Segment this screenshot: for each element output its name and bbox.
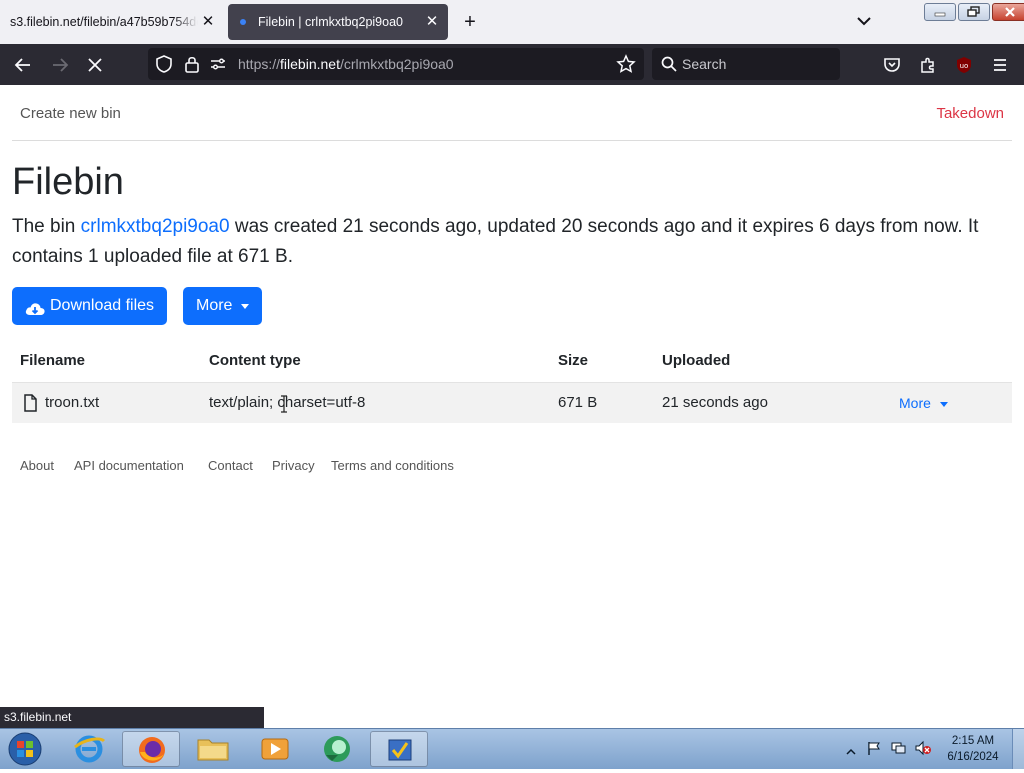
page-content: Create new bin Takedown Filebin The bin … xyxy=(0,85,1024,728)
more-label: More xyxy=(196,297,233,314)
filename-link[interactable]: troon.txt xyxy=(45,394,99,411)
download-files-button[interactable]: Download files xyxy=(12,287,167,325)
app-green-icon[interactable] xyxy=(308,731,366,767)
firefox-icon[interactable] xyxy=(122,731,180,767)
caret-down-icon xyxy=(940,402,948,407)
column-header-filename: Filename xyxy=(20,352,86,369)
footer-api-documentation-link[interactable]: API documentation xyxy=(74,458,184,473)
flag-icon[interactable] xyxy=(866,740,882,761)
ublock-icon[interactable]: uo xyxy=(953,54,975,76)
column-header-size: Size xyxy=(558,352,589,369)
bin-id-link[interactable]: crlmkxtbq2pi9oa0 xyxy=(81,216,230,237)
row-more-dropdown[interactable]: More xyxy=(899,395,948,411)
clock[interactable]: 2:15 AM 6/16/2024 xyxy=(940,733,1006,765)
row-more-label: More xyxy=(899,395,931,411)
download-files-label: Download files xyxy=(50,297,155,314)
divider xyxy=(12,140,1012,141)
column-header-uploaded: Uploaded xyxy=(662,352,731,369)
url-path: /crlmkxtbq2pi9oa0 xyxy=(339,56,454,72)
start-button-icon[interactable] xyxy=(6,731,44,767)
more-dropdown-button[interactable]: More xyxy=(183,287,262,325)
search-bar[interactable]: Search xyxy=(652,48,840,80)
pocket-icon[interactable] xyxy=(881,54,903,76)
page-title: Filebin xyxy=(12,161,124,203)
search-icon xyxy=(660,55,678,78)
lock-icon[interactable] xyxy=(182,54,202,79)
network-icon[interactable] xyxy=(890,740,906,761)
stop-icon[interactable] xyxy=(84,54,106,76)
tab-title: Filebin | crlmkxtbq2pi9oa0 xyxy=(258,15,403,29)
favicon-icon xyxy=(240,19,246,25)
table-row: troon.txt text/plain; charset=utf-8 671 … xyxy=(12,382,1012,423)
show-hidden-icons-icon[interactable] xyxy=(846,744,856,762)
url-scheme: https:// xyxy=(238,56,281,72)
back-icon[interactable] xyxy=(12,54,34,76)
window-close-icon[interactable] xyxy=(992,3,1024,21)
tab-strip: s3.filebin.net/filebin/a47b59b754de ✕ Fi… xyxy=(0,0,1024,44)
file-icon xyxy=(22,394,38,417)
tab-title: s3.filebin.net/filebin/a47b59b754de xyxy=(10,15,198,29)
url-bar[interactable]: https://filebin.net/crlmkxtbq2pi9oa0 xyxy=(148,48,644,80)
taskbar: 2:15 AM 6/16/2024 xyxy=(0,728,1024,769)
create-new-bin-link[interactable]: Create new bin xyxy=(20,105,121,122)
extensions-icon[interactable] xyxy=(917,54,939,76)
footer-terms-link[interactable]: Terms and conditions xyxy=(331,458,454,473)
show-desktop-button[interactable] xyxy=(1012,729,1024,769)
file-explorer-icon[interactable] xyxy=(184,731,242,767)
shield-icon[interactable] xyxy=(154,54,174,79)
svg-text:uo: uo xyxy=(960,62,969,70)
window-controls xyxy=(924,3,1024,21)
search-input[interactable]: Search xyxy=(682,56,726,72)
minimize-icon[interactable] xyxy=(924,3,956,21)
footer-contact-link[interactable]: Contact xyxy=(208,458,253,473)
forward-icon[interactable] xyxy=(49,54,71,76)
bookmark-star-icon[interactable] xyxy=(616,54,636,79)
tab-s3-filebin[interactable]: s3.filebin.net/filebin/a47b59b754de ✕ xyxy=(0,4,220,40)
navigation-toolbar: https://filebin.net/crlmkxtbq2pi9oa0 Sea… xyxy=(0,44,1024,85)
menu-icon[interactable] xyxy=(989,54,1011,76)
restore-icon[interactable] xyxy=(958,3,990,21)
app-task-icon[interactable] xyxy=(370,731,428,767)
tab-filebin-active[interactable]: Filebin | crlmkxtbq2pi9oa0 ✕ xyxy=(228,4,448,40)
bin-info: The bin crlmkxtbq2pi9oa0 was created 21 … xyxy=(12,212,1002,272)
status-url: s3.filebin.net xyxy=(4,710,72,724)
uploaded-cell: 21 seconds ago xyxy=(662,394,768,411)
url-text[interactable]: https://filebin.net/crlmkxtbq2pi9oa0 xyxy=(238,56,454,72)
close-icon[interactable]: ✕ xyxy=(198,12,218,32)
new-tab-icon[interactable]: + xyxy=(458,10,482,34)
media-player-icon[interactable] xyxy=(246,731,304,767)
column-header-content-type: Content type xyxy=(209,352,301,369)
text-cursor-icon xyxy=(279,395,289,418)
size-cell: 671 B xyxy=(558,394,598,411)
close-icon[interactable]: ✕ xyxy=(422,12,442,32)
internet-explorer-icon[interactable] xyxy=(60,731,118,767)
clock-date: 6/16/2024 xyxy=(947,751,999,763)
caret-down-icon xyxy=(241,304,249,309)
chevron-down-icon[interactable] xyxy=(853,10,875,32)
volume-muted-icon[interactable] xyxy=(914,740,932,761)
cloud-download-icon xyxy=(24,296,46,334)
status-url-bar: s3.filebin.net xyxy=(0,707,264,728)
permissions-icon[interactable] xyxy=(208,54,228,79)
takedown-link[interactable]: Takedown xyxy=(936,105,1004,122)
footer-about-link[interactable]: About xyxy=(20,458,54,473)
clock-time: 2:15 AM xyxy=(951,735,995,747)
info-prefix: The bin xyxy=(12,216,81,237)
footer-privacy-link[interactable]: Privacy xyxy=(272,458,315,473)
url-host: filebin.net xyxy=(280,56,340,72)
